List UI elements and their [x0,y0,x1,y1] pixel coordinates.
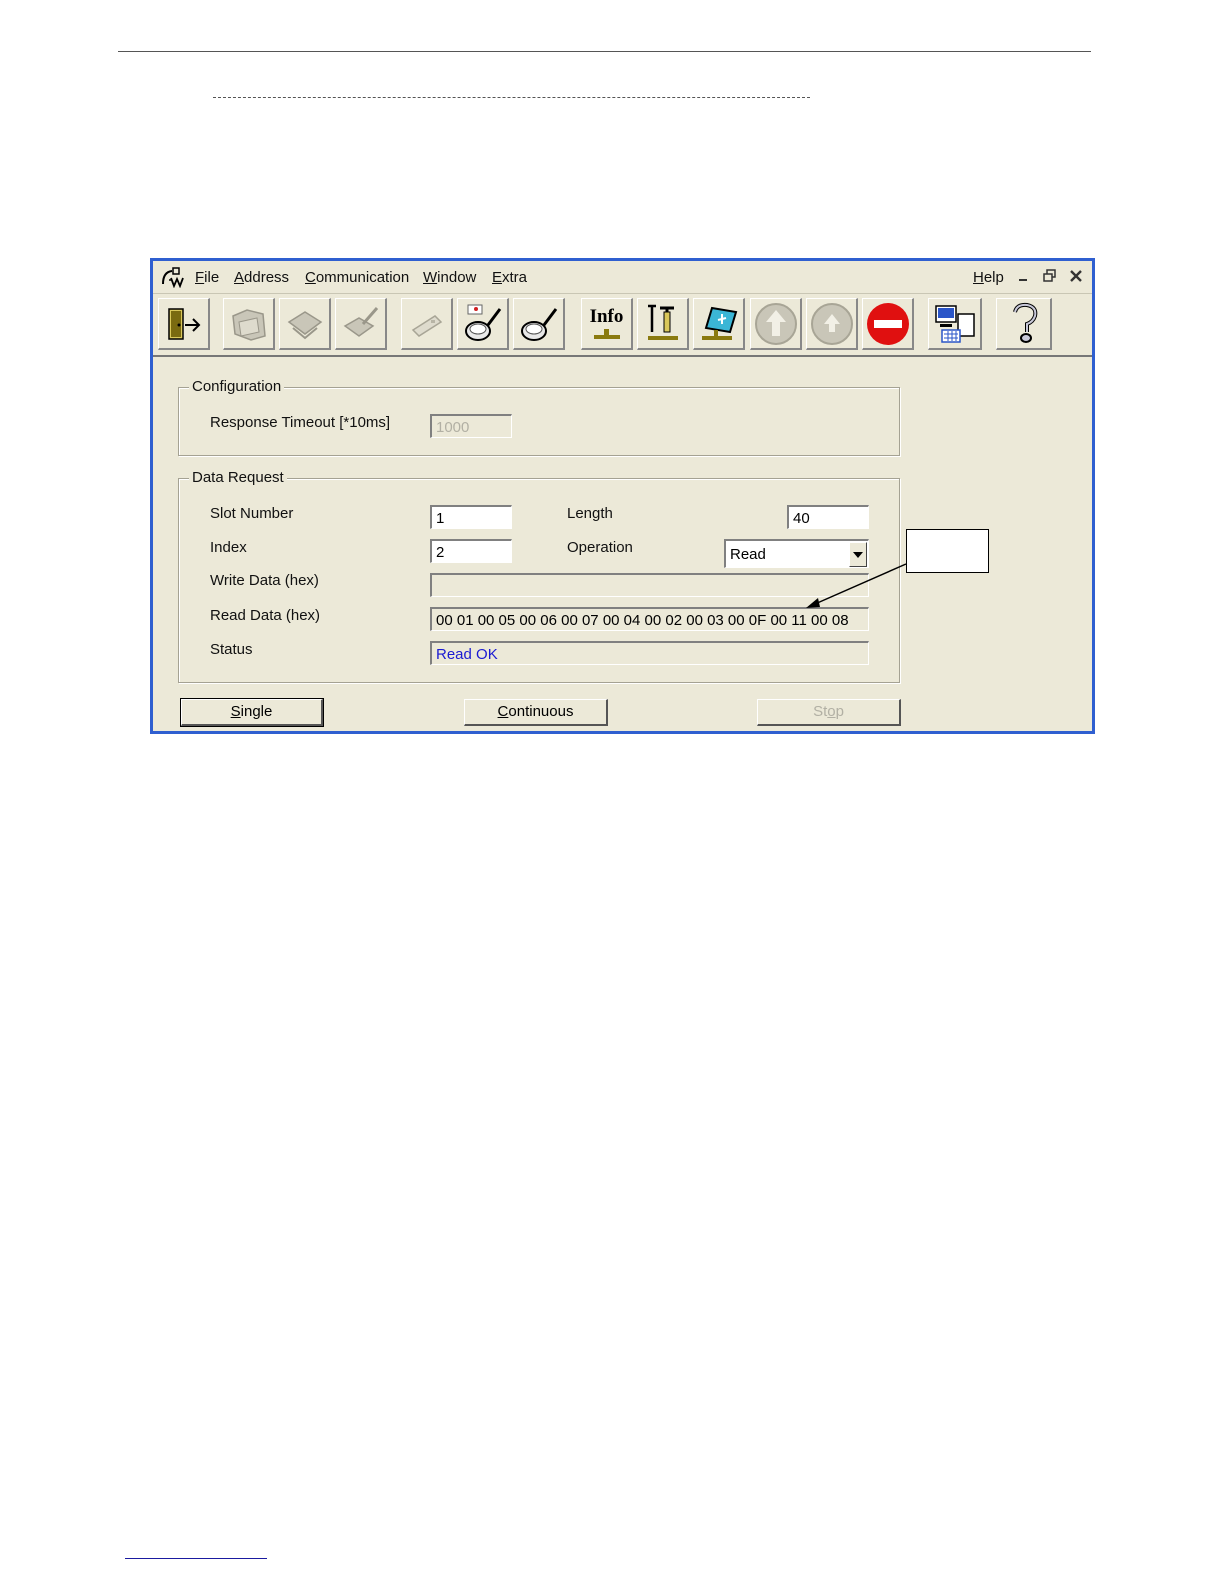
app-window: File Address Communication Window Extra … [150,258,1095,734]
tools-button[interactable] [637,298,689,350]
continuous-button[interactable]: Continuous [464,699,608,726]
minimize-icon[interactable] [1014,266,1034,286]
menu-address[interactable]: Address [234,269,289,286]
operation-select[interactable]: Read [724,539,869,568]
toolbar: Info [153,294,1092,357]
help-icon [1012,302,1037,343]
menu-help[interactable]: Help [973,269,1004,286]
menu-file[interactable]: File [195,269,219,286]
configuration-title: Configuration [189,378,285,395]
slot-number-field[interactable]: 1 [430,505,512,529]
envelope-icon [411,314,442,337]
dashed-rule [213,97,810,98]
length-field[interactable]: 40 [787,505,869,529]
write-data-field[interactable] [430,573,869,597]
stop-button[interactable]: Stop [757,699,901,726]
page-header-rule [118,51,1091,52]
network-folder-button[interactable] [223,298,275,350]
response-timeout-label: Response Timeout [*10ms] [210,414,391,431]
info-button[interactable]: Info [581,298,633,350]
tools-icon [647,304,678,340]
exit-button[interactable] [158,298,210,350]
help-button[interactable] [996,298,1052,350]
index-field[interactable]: 2 [430,539,512,563]
close-icon[interactable] [1066,266,1086,286]
status-field: Read OK [430,641,869,665]
upload-icon [754,302,797,345]
response-timeout-field[interactable]: 1000 [430,414,512,438]
upload-button[interactable] [750,298,802,350]
stop-communication-button[interactable] [862,298,914,350]
index-label: Index [210,539,247,556]
download-button[interactable] [806,298,858,350]
status-label: Status [210,641,253,658]
magnifier-card-icon [464,304,501,341]
stop-icon [866,302,909,345]
restore-icon[interactable] [1040,266,1060,286]
app-logo-icon [162,267,184,288]
download-icon [810,302,853,345]
magnifier-icon [520,307,557,341]
read-data-field[interactable]: 00 01 00 05 00 06 00 07 00 04 00 02 00 0… [430,607,869,631]
menu-communication[interactable]: Communication [305,269,409,286]
single-button[interactable]: Single [180,698,324,727]
info-icon: Info [589,305,624,341]
read-data-label: Read Data (hex) [210,607,321,624]
envelope-button[interactable] [401,298,453,350]
diagnostics-screen-icon [701,306,737,340]
diagnostics-button[interactable] [693,298,745,350]
network-edit-icon [343,306,378,337]
length-label: Length [567,505,613,522]
io-monitor-button[interactable] [928,298,982,350]
network-connect-icon [287,310,322,339]
chevron-down-icon[interactable] [849,542,867,567]
network-connect-button[interactable] [279,298,331,350]
network-edit-button[interactable] [335,298,387,350]
menu-window[interactable]: Window [423,269,476,286]
menu-extra[interactable]: Extra [492,269,527,286]
exit-door-icon [167,307,200,340]
io-monitor-icon [934,304,975,343]
menu-bar: File Address Communication Window Extra … [153,261,1092,294]
info-label: Info [589,305,624,327]
callout-box [906,529,989,573]
operation-value: Read [730,546,766,563]
footer-link-rule [125,1558,267,1559]
callout-arrow [806,563,907,608]
write-data-label: Write Data (hex) [210,572,319,589]
operation-label: Operation [567,539,633,556]
search-button[interactable] [513,298,565,350]
search-card-button[interactable] [457,298,509,350]
network-folder-icon [231,308,266,341]
data-request-title: Data Request [189,469,287,486]
slot-number-label: Slot Number [210,505,294,522]
